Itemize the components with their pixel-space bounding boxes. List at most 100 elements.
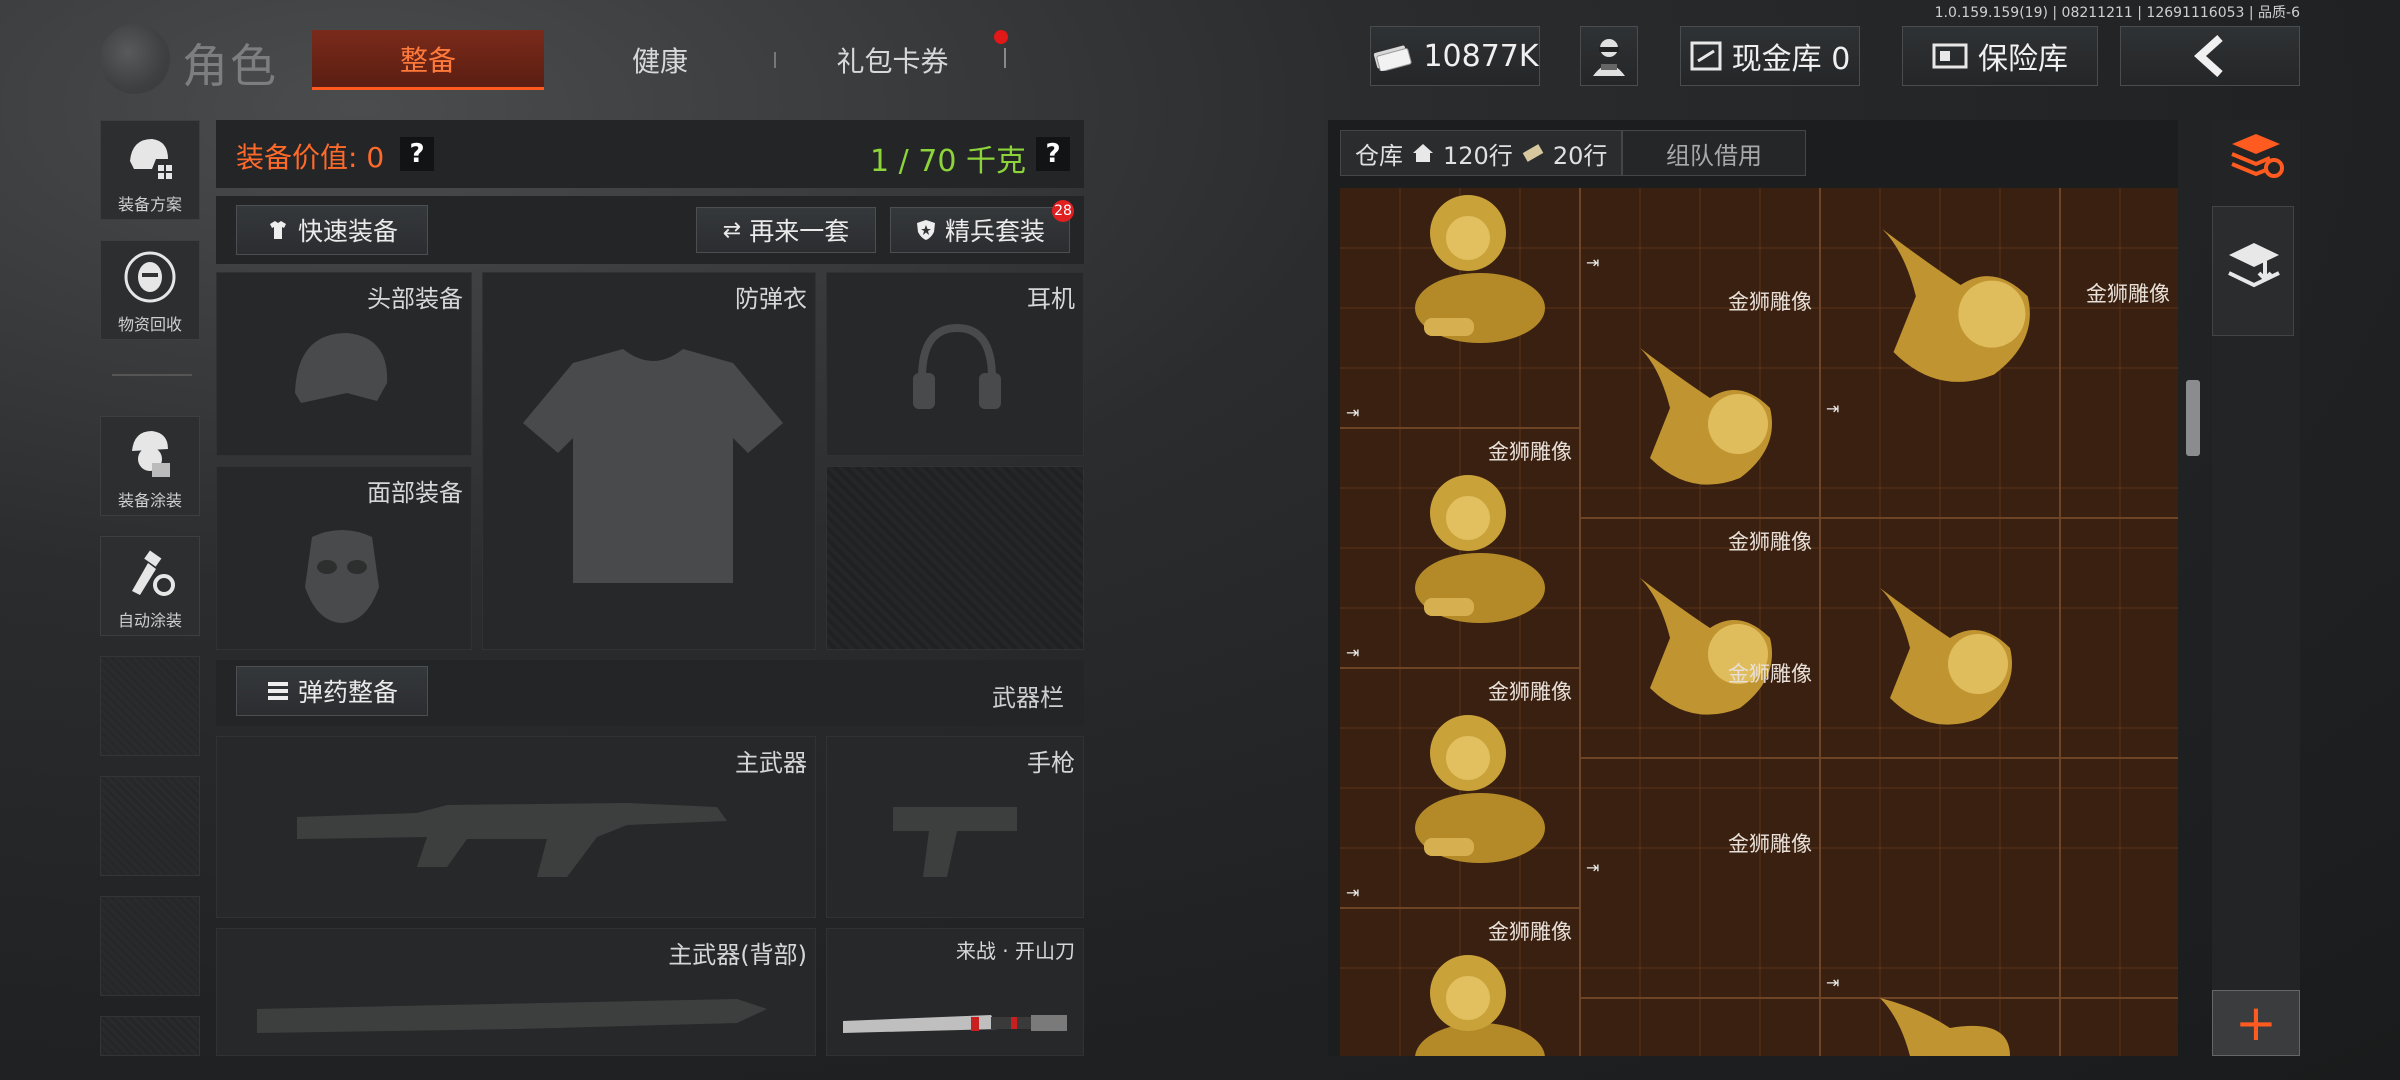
sidebar-item-auto-paint[interactable]: 自动涂装 xyxy=(100,536,200,636)
inventory-item[interactable]: 金狮雕像 xyxy=(1580,832,1820,1056)
inventory-item[interactable]: 金狮雕像 xyxy=(1580,278,1820,518)
agent-avatar-icon xyxy=(1593,39,1625,76)
inventory-item[interactable]: 金狮雕像 xyxy=(1340,908,1580,1056)
slot-label: 主武器 xyxy=(735,749,807,777)
weight-capacity: 1 / 70 千克 xyxy=(870,144,1026,179)
money-display[interactable]: 10877K xyxy=(1370,26,1540,86)
slot-primary-back[interactable]: 主武器(背部) xyxy=(216,928,816,1056)
again-set-button[interactable]: ⇄ 再来一套 xyxy=(696,207,876,253)
safe-box-button[interactable]: 保险库 xyxy=(1902,26,2098,86)
tab-gift-coupon[interactable]: 礼包卡券 xyxy=(800,30,985,90)
rifle-icon xyxy=(297,803,727,877)
slot-face[interactable]: 面部装备 xyxy=(216,466,472,650)
slot-empty xyxy=(826,466,1084,650)
refresh-icon: ⇄ xyxy=(722,217,742,243)
rifle-back-icon xyxy=(257,999,767,1033)
sidebar-item-label: 自动涂装 xyxy=(117,611,182,630)
sort-layers-button[interactable] xyxy=(2226,128,2286,184)
ammo-button[interactable]: 弹药整备 xyxy=(236,666,428,716)
sidebar-empty-slot xyxy=(100,776,200,876)
gold-lion-statue-icon xyxy=(1640,578,1772,715)
sidebar-empty-slot xyxy=(100,1016,200,1056)
slot-label: 耳机 xyxy=(1027,285,1075,313)
cash-vault-button[interactable]: 现金库 0 xyxy=(1680,26,1860,86)
inventory-item[interactable]: ⇥ 金狮雕像 xyxy=(1820,758,2178,998)
auto-brush-icon xyxy=(132,550,175,596)
slot-label: 面部装备 xyxy=(367,479,463,507)
cash-vault-icon xyxy=(1690,41,1722,71)
inventory-item[interactable]: 金狮雕像 ⇥ xyxy=(1340,428,1580,668)
tab-divider xyxy=(1004,48,1006,68)
warehouse-label: 仓库 xyxy=(1355,141,1403,170)
slot-melee[interactable]: 来战 · 开山刀 xyxy=(826,928,1084,1056)
stash-transfer-button[interactable] xyxy=(2212,206,2294,336)
tab-equip[interactable]: 整备 xyxy=(312,30,544,90)
shield-icon xyxy=(916,220,935,240)
slot-armor[interactable]: 防弹衣 xyxy=(482,272,816,650)
warehouse-rows: 120行 xyxy=(1443,141,1513,170)
helmet-plan-icon xyxy=(130,139,172,179)
tab-team-borrow[interactable]: 组队借用 xyxy=(1622,130,1806,176)
sidebar-item-recycle[interactable]: 物资回收 xyxy=(100,240,200,340)
sidebar-item-equip-plan[interactable]: 装备方案 xyxy=(100,120,200,220)
weapon-bar-label: 武器栏 xyxy=(992,684,1064,712)
inventory-item[interactable]: 金狮雕像 xyxy=(1820,518,2178,758)
inventory-item[interactable]: 金狮雕像 ⇥ xyxy=(1340,668,1580,908)
back-button[interactable] xyxy=(2120,26,2300,86)
slot-label: 防弹衣 xyxy=(735,285,807,313)
inventory-item[interactable]: ⇥ xyxy=(1580,188,1820,278)
quick-equip-button[interactable]: 快速装备 xyxy=(236,205,428,255)
inventory-item[interactable]: ⇥ xyxy=(1340,188,1580,428)
elite-set-button[interactable]: 精兵套装 xyxy=(890,207,1070,253)
item-name: 金狮雕像 xyxy=(1728,290,1812,314)
elite-set-badge: 28 xyxy=(1052,200,1074,222)
gold-lion-statue-icon xyxy=(1882,229,2030,382)
cash-stack-icon xyxy=(1522,144,1544,162)
slot-pistol[interactable]: 手枪 xyxy=(826,736,1084,918)
equip-arrow-icon: ⇥ xyxy=(1586,253,1600,272)
notification-dot xyxy=(994,30,1008,44)
cash-vault-label: 现金库 0 xyxy=(1731,42,1851,77)
inventory-item[interactable]: 金狮雕像 xyxy=(1580,518,1820,758)
slot-primary-weapon[interactable]: 主武器 xyxy=(216,736,816,918)
tab-warehouse[interactable]: 仓库 120行 20行 xyxy=(1340,130,1623,176)
item-name: 金狮雕像 xyxy=(2086,282,2170,306)
warehouse-grid[interactable]: ⇥ 金狮雕像 ⇥ 金狮雕像 ⇥ 金狮雕像 ⇥ 金狮雕像 金狮雕像 金狮雕像 ⇥ … xyxy=(1340,188,2178,1056)
gold-lion-statue-icon xyxy=(1640,348,1772,485)
sidebar-empty-slot xyxy=(100,896,200,996)
helmet-icon xyxy=(295,333,388,403)
equip-arrow-icon: ⇥ xyxy=(1826,973,1840,992)
sidebar-divider xyxy=(112,374,192,376)
cash-stack-icon xyxy=(1374,45,1413,71)
weight-help-button[interactable]: ? xyxy=(1036,137,1070,171)
equipment-value: 装备价值: 0 xyxy=(236,141,385,174)
inventory-item[interactable]: 金狮雕像 ⇥ xyxy=(1580,662,1820,998)
slot-label: 主武器(背部) xyxy=(668,941,807,969)
tab-health[interactable]: 健康 xyxy=(580,30,740,90)
machete-icon xyxy=(843,1015,1067,1033)
sidebar-item-paint[interactable]: 装备涂装 xyxy=(100,416,200,516)
add-button[interactable]: + xyxy=(2212,990,2300,1056)
layers-download-icon xyxy=(2228,243,2280,288)
quick-equip-label: 快速装备 xyxy=(297,217,398,246)
inventory-item[interactable]: 金狮雕像 ⇥ xyxy=(1820,188,2170,518)
again-set-label: 再来一套 xyxy=(749,217,850,246)
elite-set-label: 精兵套装 xyxy=(944,217,1045,246)
equip-arrow-icon: ⇥ xyxy=(1346,403,1360,422)
equip-arrow-icon: ⇥ xyxy=(1346,883,1360,902)
value-help-button[interactable]: ? xyxy=(400,137,434,171)
agent-button[interactable] xyxy=(1580,26,1638,86)
sidebar-empty-slot xyxy=(100,656,200,756)
warehouse-scrollbar[interactable] xyxy=(2186,380,2200,456)
inventory-item[interactable] xyxy=(1820,998,2178,1056)
item-name: 金狮雕像 xyxy=(1728,662,1812,686)
equip-arrow-icon: ⇥ xyxy=(1826,399,1840,418)
slot-head[interactable]: 头部装备 xyxy=(216,272,472,456)
recycle-face-icon xyxy=(124,251,176,303)
slot-headset[interactable]: 耳机 xyxy=(826,272,1084,456)
sidebar-item-label: 物资回收 xyxy=(117,315,182,334)
page-title: 角色 xyxy=(182,39,278,93)
safe-box-label: 保险库 xyxy=(1978,42,2068,77)
safe-icon xyxy=(1932,43,1968,69)
sidebar-item-label: 装备方案 xyxy=(117,195,182,214)
